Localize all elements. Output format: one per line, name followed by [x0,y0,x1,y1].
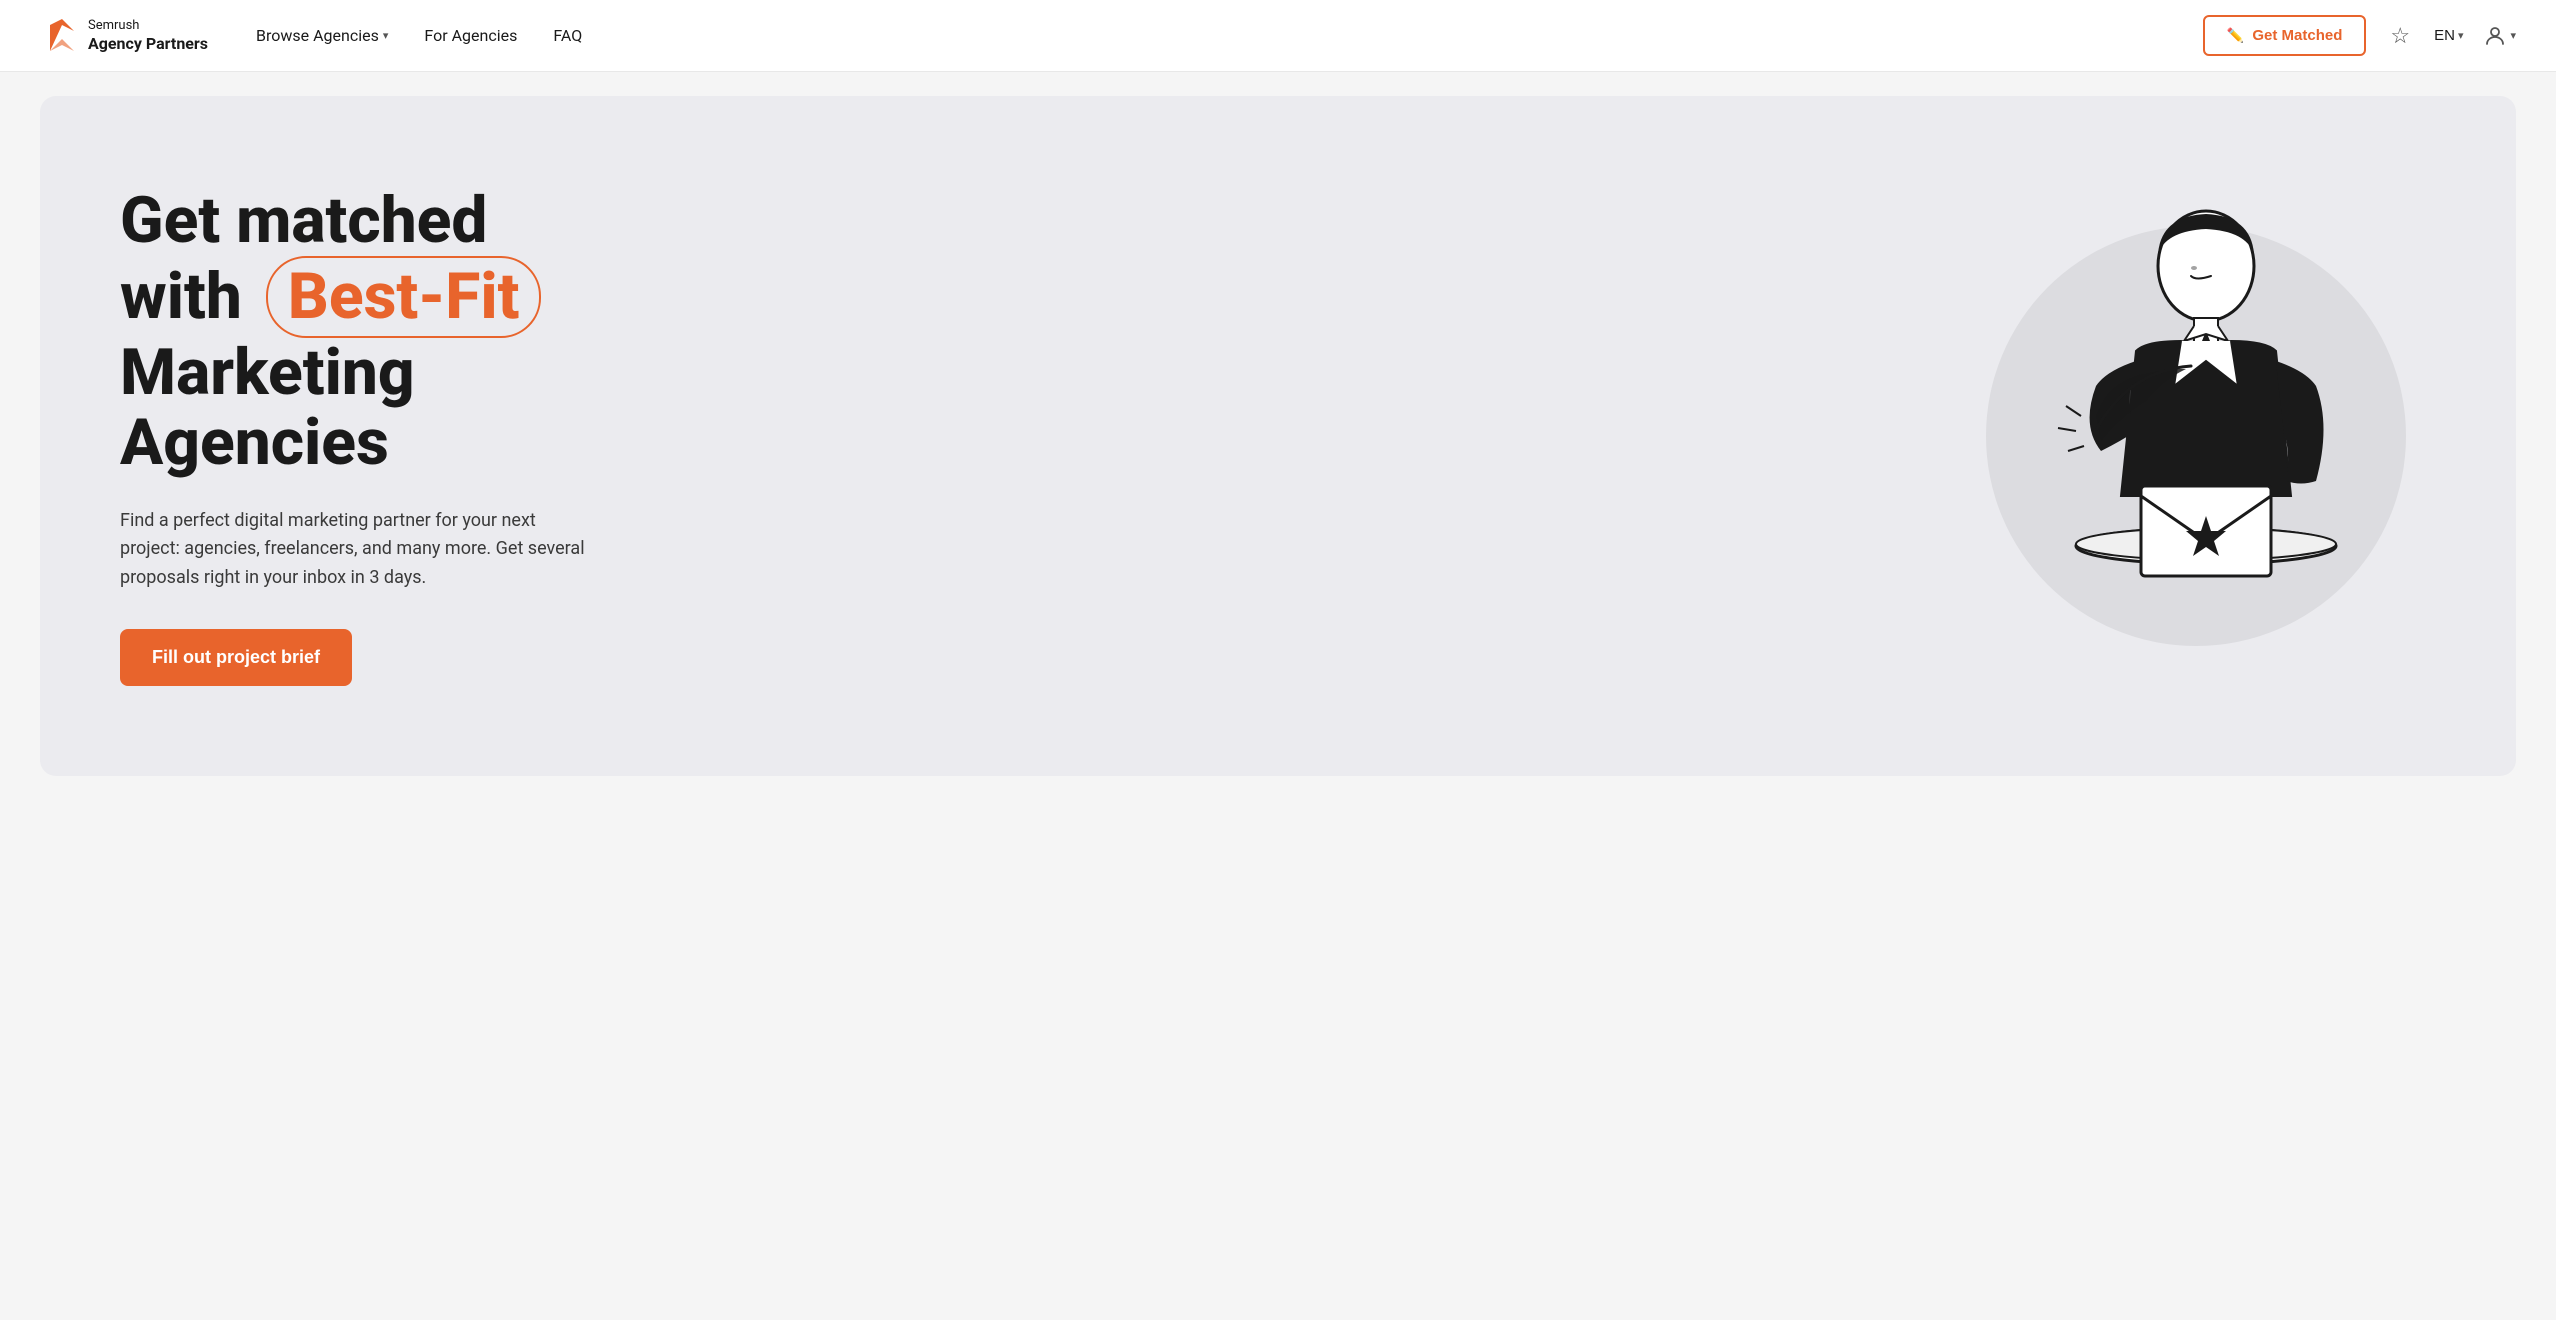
chevron-down-icon: ▾ [383,29,389,42]
hero-heading-line1: Get matched [120,186,680,256]
logo[interactable]: Semrush Agency Partners [40,17,208,55]
fill-project-brief-button[interactable]: Fill out project brief [120,629,352,686]
user-account-button[interactable]: ▾ [2483,24,2516,48]
pencil-icon: ✏️ [2227,27,2244,44]
hero-heading-line3: Marketing Agencies [120,338,680,479]
header: Semrush Agency Partners Browse Agencies … [0,0,2556,72]
language-selector[interactable]: EN ▾ [2434,27,2463,44]
logo-agency: Agency Partners [88,34,208,53]
nav-for-agencies[interactable]: For Agencies [424,26,517,45]
nav-faq[interactable]: FAQ [553,26,582,45]
best-fit-badge: Best-Fit [266,256,542,338]
hero-content: Get matched with Best-Fit Marketing Agen… [120,186,680,686]
semrush-logo-icon [40,17,78,55]
hero-subtitle: Find a perfect digital marketing partner… [120,507,600,593]
hero-card: Get matched with Best-Fit Marketing Agen… [40,96,2516,776]
hero-heading-line2: with Best-Fit [120,256,680,338]
hero-illustration [1956,166,2436,706]
hero-heading: Get matched with Best-Fit Marketing Agen… [120,186,680,479]
waiter-illustration [2006,186,2386,686]
logo-text: Semrush Agency Partners [88,18,208,53]
get-matched-button[interactable]: ✏️ Get Matched [2203,15,2366,56]
chevron-down-icon: ▾ [2458,29,2464,42]
hero-section: Get matched with Best-Fit Marketing Agen… [0,72,2556,816]
nav-browse-agencies[interactable]: Browse Agencies ▾ [256,26,388,45]
logo-semrush: Semrush [88,18,208,34]
header-right: ✏️ Get Matched ☆ EN ▾ ▾ [2203,15,2516,56]
chevron-down-icon: ▾ [2510,29,2516,42]
star-icon: ☆ [2390,23,2410,48]
main-nav: Browse Agencies ▾ For Agencies FAQ [256,26,2203,45]
favorite-button[interactable]: ☆ [2386,19,2414,53]
user-icon [2483,24,2507,48]
